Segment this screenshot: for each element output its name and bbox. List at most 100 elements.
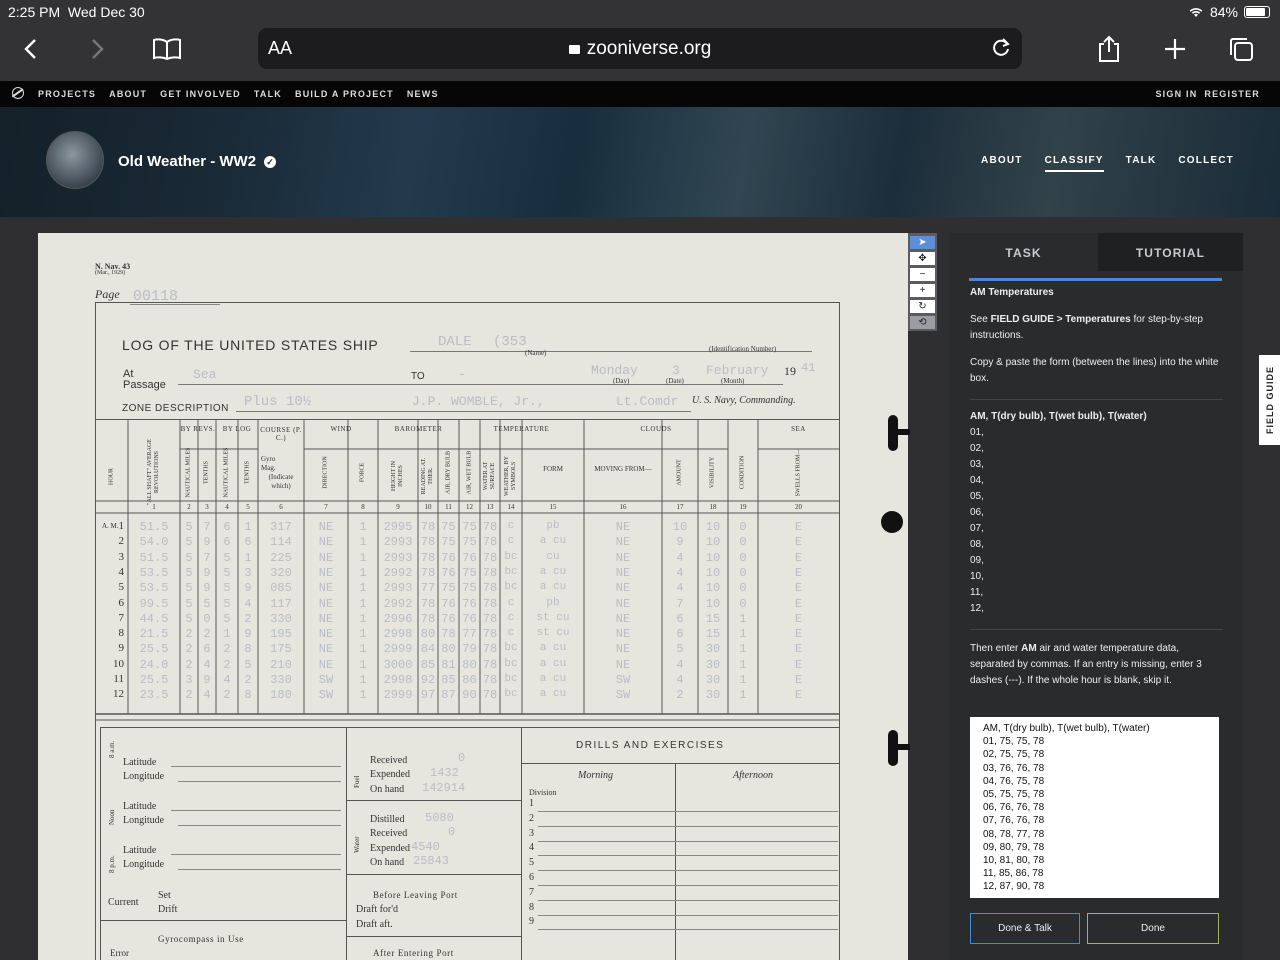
table-cell: 51.5	[139, 520, 169, 534]
project-nav-about[interactable]: ABOUT	[981, 155, 1023, 172]
water-distilled-label: Distilled	[370, 814, 405, 825]
table-cell: 2993	[383, 535, 413, 550]
tabs-button[interactable]	[1224, 34, 1258, 64]
table-cell: bc	[504, 688, 518, 701]
table-cell: 4	[676, 550, 684, 565]
reset-button[interactable]: ⟲	[910, 316, 935, 329]
answer-textarea[interactable]: AM, T(dry bulb), T(wet bulb), T(water) 0…	[970, 717, 1219, 898]
forward-button[interactable]	[80, 34, 114, 64]
hour-cell: 4	[118, 565, 125, 578]
table-cell: 0	[739, 550, 747, 565]
tab-task[interactable]: TASK	[949, 233, 1098, 271]
fuel-expended-value: 1432	[430, 766, 459, 780]
field-guide-tab[interactable]: FIELD GUIDE	[1259, 355, 1280, 445]
tab-tutorial[interactable]: TUTORIAL	[1098, 233, 1243, 271]
project-nav-collect[interactable]: COLLECT	[1178, 155, 1234, 172]
sign-in-link[interactable]: SIGN IN	[1155, 89, 1197, 99]
table-cell: 5	[185, 535, 193, 550]
error-label: Error	[110, 948, 129, 958]
afternoon-label: Afternoon	[733, 770, 773, 781]
zoom-out-button[interactable]: −	[910, 268, 935, 281]
table-cell: NE	[318, 581, 334, 596]
water-received-label: Received	[370, 828, 408, 839]
nav-about[interactable]: ABOUT	[109, 89, 147, 99]
reload-icon[interactable]	[990, 36, 1012, 58]
table-cell: 180	[270, 688, 292, 703]
table-cell: 53.5	[139, 581, 169, 596]
address-bar[interactable]: AA zooniverse.org	[258, 28, 1022, 69]
rotate-icon: ↻	[918, 301, 927, 312]
table-cell: 78	[482, 657, 498, 672]
subject-image[interactable]: N. Nav. 43 (Mar., 1929) Page 00118 LOG O…	[38, 233, 908, 960]
nav-build-a-project[interactable]: BUILD A PROJECT	[295, 89, 394, 99]
form-row: 12,	[970, 603, 984, 614]
form-row: 10,	[970, 571, 984, 582]
rotate-button[interactable]: ↻	[910, 300, 935, 313]
division-number: 8	[529, 901, 534, 913]
project-nav-classify[interactable]: CLASSIFY	[1044, 155, 1104, 172]
table-cell: 51.5	[139, 550, 169, 565]
table-cell: 25.5	[139, 673, 169, 687]
nav-talk[interactable]: TALK	[254, 89, 282, 99]
column-number: 6	[279, 503, 283, 511]
table-cell: 2992	[383, 565, 413, 580]
table-cell: 4	[203, 657, 211, 672]
table-cell: 54.0	[139, 535, 169, 550]
fuel-onhand-value: 142914	[422, 781, 466, 795]
table-cell: 330	[270, 673, 292, 687]
hour-cell: 6	[118, 596, 125, 609]
nav-projects[interactable]: PROJECTS	[38, 89, 96, 99]
table-cell: 2	[244, 611, 252, 626]
new-tab-button[interactable]	[1158, 34, 1192, 64]
url-display[interactable]: zooniverse.org	[258, 38, 1022, 60]
project-title[interactable]: Old Weather - WW2 ✓	[118, 153, 277, 170]
table-cell: 78	[482, 550, 498, 565]
group-header: CLOUDS	[640, 425, 672, 433]
column-header: NAUTICAL MILES	[185, 447, 192, 498]
latitude-label-1: Latitude	[123, 757, 157, 768]
back-button[interactable]	[14, 34, 48, 64]
table-cell: 225	[270, 550, 292, 565]
table-cell: SW	[615, 688, 631, 703]
form-row: 01,	[970, 427, 984, 438]
move-icon: ✥	[918, 253, 927, 264]
drift-label: Drift	[158, 904, 178, 915]
table-cell: 2998	[383, 673, 413, 687]
table-cell: 210	[270, 657, 292, 672]
table-cell: E	[794, 550, 803, 565]
project-avatar[interactable]	[46, 131, 104, 189]
nav-get-involved[interactable]: GET INVOLVED	[160, 89, 241, 99]
fuel-label: Fuel	[353, 775, 361, 788]
annotate-tool-button[interactable]: ➤	[910, 236, 935, 249]
table-cell: 2999	[383, 642, 413, 657]
table-cell: SW	[615, 673, 631, 687]
table-cell: 1	[359, 657, 367, 672]
table-cell: 2996	[383, 611, 413, 626]
done-button[interactable]: Done	[1087, 913, 1219, 944]
column-number: 4	[225, 503, 229, 511]
fuel-received-value: 0	[458, 751, 466, 765]
zoom-in-button[interactable]: +	[910, 284, 935, 297]
column-header: WEATHER, BY SYMBOLS	[504, 456, 517, 496]
group-header: BY LOG	[222, 425, 252, 433]
latitude-label-3: Latitude	[123, 845, 157, 856]
share-button[interactable]	[1092, 34, 1126, 64]
table-cell: 0	[203, 611, 211, 626]
zooniverse-logo-icon[interactable]	[12, 87, 24, 99]
table-cell: 3000	[383, 657, 413, 672]
table-cell: 5	[185, 596, 193, 611]
move-tool-button[interactable]: ✥	[910, 252, 935, 265]
division-number: 7	[529, 886, 534, 898]
column-number: 2	[187, 503, 191, 511]
table-cell: 78	[482, 535, 498, 550]
project-nav-talk[interactable]: TALK	[1126, 155, 1157, 172]
bookmarks-button[interactable]	[150, 34, 184, 64]
hour-cell: 7	[118, 611, 125, 624]
done-and-talk-button[interactable]: Done & Talk	[970, 913, 1080, 944]
group-header: TEMPERATURE	[493, 425, 550, 433]
table-cell: st cu	[536, 627, 570, 640]
nav-news[interactable]: NEWS	[407, 89, 439, 99]
status-time: 2:25 PM Wed Dec 30	[8, 4, 145, 20]
register-link[interactable]: REGISTER	[1204, 89, 1260, 99]
table-cell: 1	[359, 520, 367, 534]
